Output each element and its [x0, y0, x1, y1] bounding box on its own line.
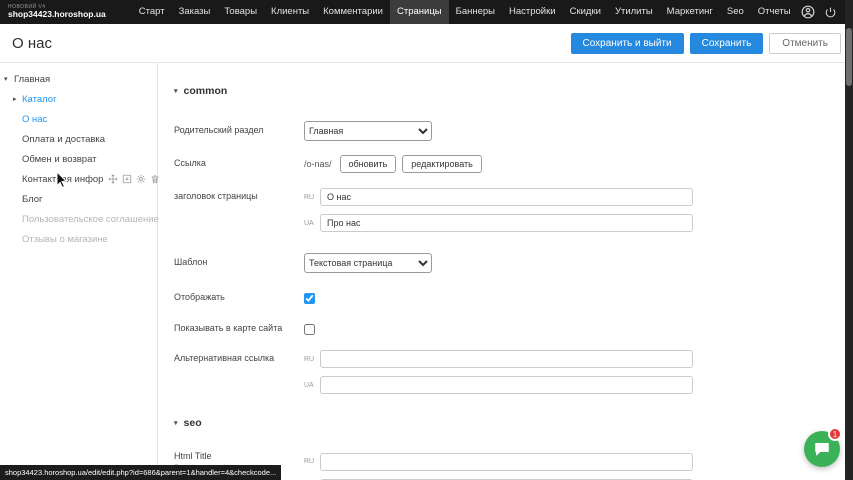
drag-move-icon[interactable]	[108, 174, 118, 184]
header-buttons: Сохранить и выйти Сохранить Отменить	[571, 33, 842, 54]
logout-power-icon[interactable]	[824, 6, 837, 19]
section-collapse-icon[interactable]: ▾	[174, 419, 178, 427]
parent-section-select[interactable]: Главная	[304, 121, 432, 141]
link-edit-button[interactable]: редактировать	[402, 155, 482, 173]
lang-ua-label: UA	[304, 382, 316, 389]
pages-tree-sidebar: ▾ Главная ▸ Каталог О нас Оплата и доста…	[0, 63, 158, 480]
page-edit-form: ▾ common Родительский раздел Главная Ссы…	[158, 63, 853, 480]
section-collapse-icon[interactable]: ▾	[174, 87, 178, 95]
menu-item-orders[interactable]: Заказы	[172, 0, 218, 24]
main-menu: Старт Заказы Товары Клиенты Комментарии …	[132, 0, 798, 24]
tree-item-hover-actions	[108, 174, 160, 184]
collapse-caret-icon[interactable]: ▾	[4, 75, 8, 83]
tree-item-label: Каталог	[22, 94, 57, 105]
alt-link-label: Альтернативная ссылка	[174, 353, 304, 364]
tree-item-label: Отзывы о магазине	[22, 234, 108, 245]
section-seo-label: seo	[184, 417, 202, 429]
template-label: Шаблон	[174, 257, 304, 268]
settings-gear-icon[interactable]	[136, 174, 146, 184]
tree-item-glavnaya[interactable]: ▾ Главная	[0, 69, 157, 89]
tree-item-label: Обмен и возврат	[22, 154, 97, 165]
lang-ua-label: UA	[304, 220, 316, 227]
row-template: Шаблон Текстовая страница	[174, 253, 853, 273]
lang-ru-label: RU	[304, 194, 316, 201]
user-account-icon[interactable]	[801, 5, 815, 19]
tree-item-polzovatelskoe-soglashenie[interactable]: Пользовательское соглашение	[0, 209, 157, 229]
chat-unread-badge: 1	[828, 427, 842, 441]
tree-item-katalog[interactable]: ▸ Каталог	[0, 89, 157, 109]
row-alt-link-ru: Альтернативная ссылка RU	[174, 349, 853, 369]
tree-item-label: О нас	[22, 114, 47, 125]
row-alt-link-ua: UA	[174, 375, 853, 395]
menu-item-clients[interactable]: Клиенты	[264, 0, 316, 24]
tree-item-label: Оплата и доставка	[22, 134, 105, 145]
tree-item-label: Блог	[22, 194, 43, 205]
menu-item-banners[interactable]: Баннеры	[449, 0, 502, 24]
lang-ru-label: RU	[304, 356, 316, 363]
logo-domain: shop34423.horoshop.ua	[8, 10, 106, 19]
content-area: ▾ Главная ▸ Каталог О нас Оплата и доста…	[0, 63, 853, 480]
tree-item-kontaktnaya-info[interactable]: Контактная инфор	[0, 169, 157, 189]
menu-item-utilities[interactable]: Утилиты	[608, 0, 660, 24]
menu-item-discounts[interactable]: Скидки	[563, 0, 608, 24]
sitemap-checkbox[interactable]	[304, 324, 315, 335]
html-title-ru-input[interactable]	[320, 453, 693, 471]
tree-item-label: Главная	[14, 74, 50, 85]
lang-ru-label: RU	[304, 458, 316, 465]
alt-link-ua-input[interactable]	[320, 376, 693, 394]
row-page-title-ua: UA	[174, 213, 853, 233]
display-checkbox[interactable]	[304, 293, 315, 304]
page-title-label: заголовок страницы	[174, 191, 304, 202]
row-parent-section: Родительский раздел Главная	[174, 121, 853, 141]
cancel-button[interactable]: Отменить	[769, 33, 841, 54]
link-value: /o-nas/	[304, 159, 332, 169]
tree-item-otzyvy[interactable]: Отзывы о магазине	[0, 229, 157, 249]
parent-section-label: Родительский раздел	[174, 125, 304, 136]
browser-status-url: shop34423.horoshop.ua/edit/edit.php?id=6…	[0, 465, 281, 480]
tree-item-label: Пользовательское соглашение	[22, 214, 159, 225]
chat-widget-button[interactable]: 1	[804, 431, 840, 467]
page-title-ru-input[interactable]	[320, 188, 693, 206]
tree-item-label: Контактная инфор	[22, 174, 103, 185]
scrollbar-track[interactable]	[845, 0, 853, 480]
menu-item-seo[interactable]: Seo	[720, 0, 751, 24]
page-header: О нас Сохранить и выйти Сохранить Отмени…	[0, 24, 853, 63]
section-common-label: common	[184, 85, 228, 97]
link-refresh-button[interactable]: обновить	[340, 155, 397, 173]
row-link: Ссылка /o-nas/ обновить редактировать	[174, 154, 853, 174]
sitemap-label: Показывать в карте сайта	[174, 323, 304, 334]
section-common[interactable]: ▾ common	[174, 85, 853, 97]
tree-item-blog[interactable]: Блог	[0, 189, 157, 209]
menu-item-products[interactable]: Товары	[217, 0, 264, 24]
page-title: О нас	[12, 35, 52, 52]
menu-item-reports[interactable]: Отчеты	[751, 0, 798, 24]
section-seo[interactable]: ▾ seo	[174, 417, 853, 429]
alt-link-ru-input[interactable]	[320, 350, 693, 368]
save-and-exit-button[interactable]: Сохранить и выйти	[571, 33, 684, 54]
link-label: Ссылка	[174, 158, 304, 169]
topbar-right	[801, 5, 837, 19]
logo[interactable]: НОВОВИЙ V4 shop34423.horoshop.ua	[8, 5, 106, 20]
add-subpage-icon[interactable]	[122, 174, 132, 184]
tree-item-o-nas-selected[interactable]: О нас	[0, 109, 157, 129]
tree-item-oplata-dostavka[interactable]: Оплата и доставка	[0, 129, 157, 149]
scrollbar-thumb[interactable]	[846, 28, 852, 86]
expand-caret-icon[interactable]: ▸	[13, 95, 17, 103]
menu-item-settings[interactable]: Настройки	[502, 0, 563, 24]
row-page-title-ru: заголовок страницы RU	[174, 187, 853, 207]
menu-item-start[interactable]: Старт	[132, 0, 172, 24]
tree-item-obmen-vozvrat[interactable]: Обмен и возврат	[0, 149, 157, 169]
display-label: Отображать	[174, 292, 304, 303]
template-select[interactable]: Текстовая страница	[304, 253, 432, 273]
row-sitemap: Показывать в карте сайта	[174, 319, 853, 339]
topbar: НОВОВИЙ V4 shop34423.horoshop.ua Старт З…	[0, 0, 853, 24]
row-display: Отображать	[174, 288, 853, 308]
page-title-ua-input[interactable]	[320, 214, 693, 232]
menu-item-pages[interactable]: Страницы	[390, 0, 449, 24]
menu-item-marketing[interactable]: Маркетинг	[660, 0, 720, 24]
menu-item-comments[interactable]: Комментарии	[316, 0, 390, 24]
save-button[interactable]: Сохранить	[690, 33, 764, 54]
chat-icon	[813, 440, 831, 458]
